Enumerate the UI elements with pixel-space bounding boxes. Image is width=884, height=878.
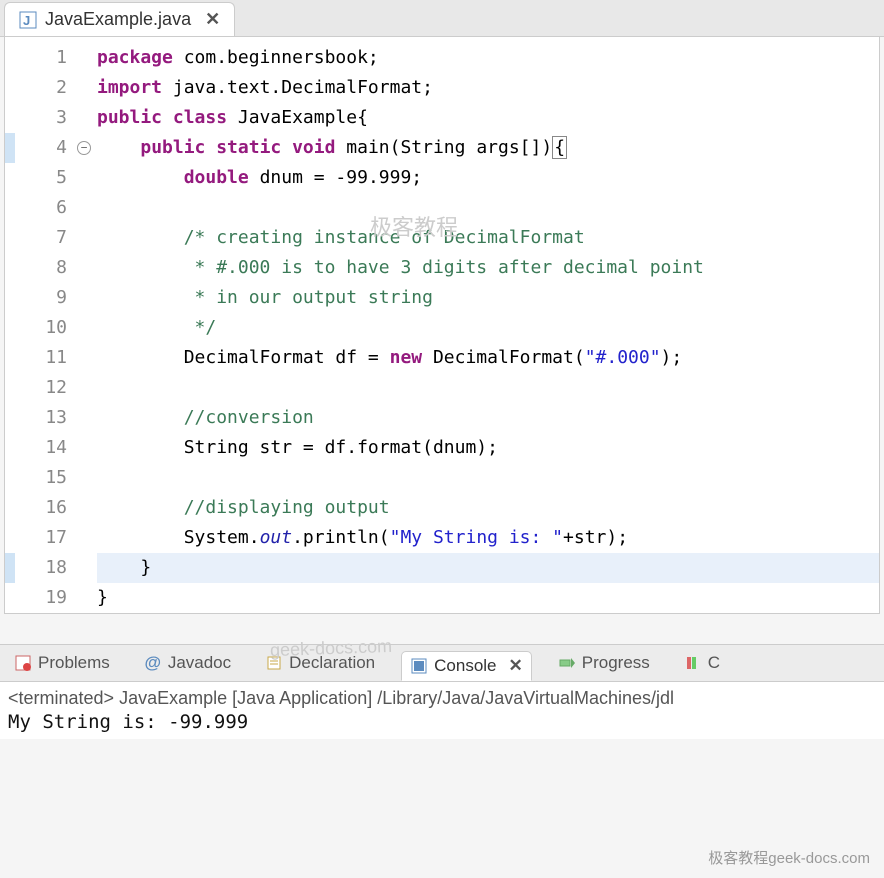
- code-editor: 12345678910111213141516171819 − package …: [4, 37, 880, 614]
- code-content[interactable]: package com.beginnersbook;import java.te…: [93, 37, 879, 613]
- code-line[interactable]: String str = df.format(dnum);: [97, 433, 879, 463]
- java-file-icon: J: [19, 11, 37, 29]
- code-line[interactable]: double dnum = -99.999;: [97, 163, 879, 193]
- tab-more[interactable]: C: [676, 649, 728, 677]
- code-line[interactable]: public class JavaExample{: [97, 103, 879, 133]
- footer-watermark: 极客教程geek-docs.com: [708, 847, 870, 868]
- console-icon: [410, 657, 428, 675]
- line-number: 8: [15, 253, 67, 283]
- line-number: 19: [15, 583, 67, 613]
- console-body: <terminated> JavaExample [Java Applicati…: [0, 682, 884, 739]
- close-icon[interactable]: ✕: [509, 656, 523, 676]
- code-line[interactable]: [97, 463, 879, 493]
- code-line[interactable]: }: [97, 583, 879, 613]
- console-run-header: <terminated> JavaExample [Java Applicati…: [8, 688, 876, 709]
- line-number: 14: [15, 433, 67, 463]
- code-line[interactable]: System.out.println("My String is: "+str)…: [97, 523, 879, 553]
- declaration-icon: [265, 654, 283, 672]
- code-line[interactable]: */: [97, 313, 879, 343]
- code-line[interactable]: * in our output string: [97, 283, 879, 313]
- tab-progress[interactable]: Progress: [550, 649, 658, 677]
- code-line[interactable]: public static void main(String args[]){: [97, 133, 879, 163]
- close-icon[interactable]: ✕: [205, 9, 220, 30]
- line-number: 15: [15, 463, 67, 493]
- coverage-icon: [684, 654, 702, 672]
- problems-icon: [14, 654, 32, 672]
- code-line[interactable]: /* creating instance of DecimalFormat: [97, 223, 879, 253]
- line-number: 17: [15, 523, 67, 553]
- javadoc-icon: @: [144, 654, 162, 672]
- bottom-panel: Problems @ Javadoc Declaration Console ✕…: [0, 644, 884, 739]
- line-number: 18: [15, 553, 67, 583]
- code-line[interactable]: DecimalFormat df = new DecimalFormat("#.…: [97, 343, 879, 373]
- line-number: 2: [15, 73, 67, 103]
- line-number: 16: [15, 493, 67, 523]
- line-number: 11: [15, 343, 67, 373]
- line-number: 3: [15, 103, 67, 133]
- line-number: 12: [15, 373, 67, 403]
- line-number: 9: [15, 283, 67, 313]
- progress-icon: [558, 654, 576, 672]
- line-number: 1: [15, 43, 67, 73]
- line-number-gutter: 12345678910111213141516171819: [15, 37, 75, 613]
- code-line[interactable]: //displaying output: [97, 493, 879, 523]
- console-output-line: My String is: -99.999: [8, 711, 876, 733]
- editor-tab[interactable]: J JavaExample.java ✕: [4, 2, 235, 36]
- code-line[interactable]: import java.text.DecimalFormat;: [97, 73, 879, 103]
- fold-toggle-icon[interactable]: −: [77, 141, 91, 155]
- tab-javadoc[interactable]: @ Javadoc: [136, 649, 239, 677]
- code-line[interactable]: [97, 373, 879, 403]
- tab-problems[interactable]: Problems: [6, 649, 118, 677]
- line-number: 7: [15, 223, 67, 253]
- line-number: 4: [15, 133, 67, 163]
- code-line[interactable]: }: [97, 553, 879, 583]
- tab-filename: JavaExample.java: [45, 9, 191, 30]
- line-number: 10: [15, 313, 67, 343]
- code-line[interactable]: package com.beginnersbook;: [97, 43, 879, 73]
- line-number: 6: [15, 193, 67, 223]
- tab-console[interactable]: Console ✕: [401, 651, 532, 681]
- bottom-tab-bar: Problems @ Javadoc Declaration Console ✕…: [0, 645, 884, 682]
- fold-strip: −: [75, 37, 93, 613]
- editor-tab-bar: J JavaExample.java ✕: [0, 0, 884, 37]
- line-number: 13: [15, 403, 67, 433]
- code-line[interactable]: * #.000 is to have 3 digits after decima…: [97, 253, 879, 283]
- code-line[interactable]: [97, 193, 879, 223]
- svg-text:J: J: [23, 13, 30, 28]
- line-number: 5: [15, 163, 67, 193]
- code-line[interactable]: //conversion: [97, 403, 879, 433]
- tab-declaration[interactable]: Declaration: [257, 649, 383, 677]
- marker-strip: [5, 37, 15, 613]
